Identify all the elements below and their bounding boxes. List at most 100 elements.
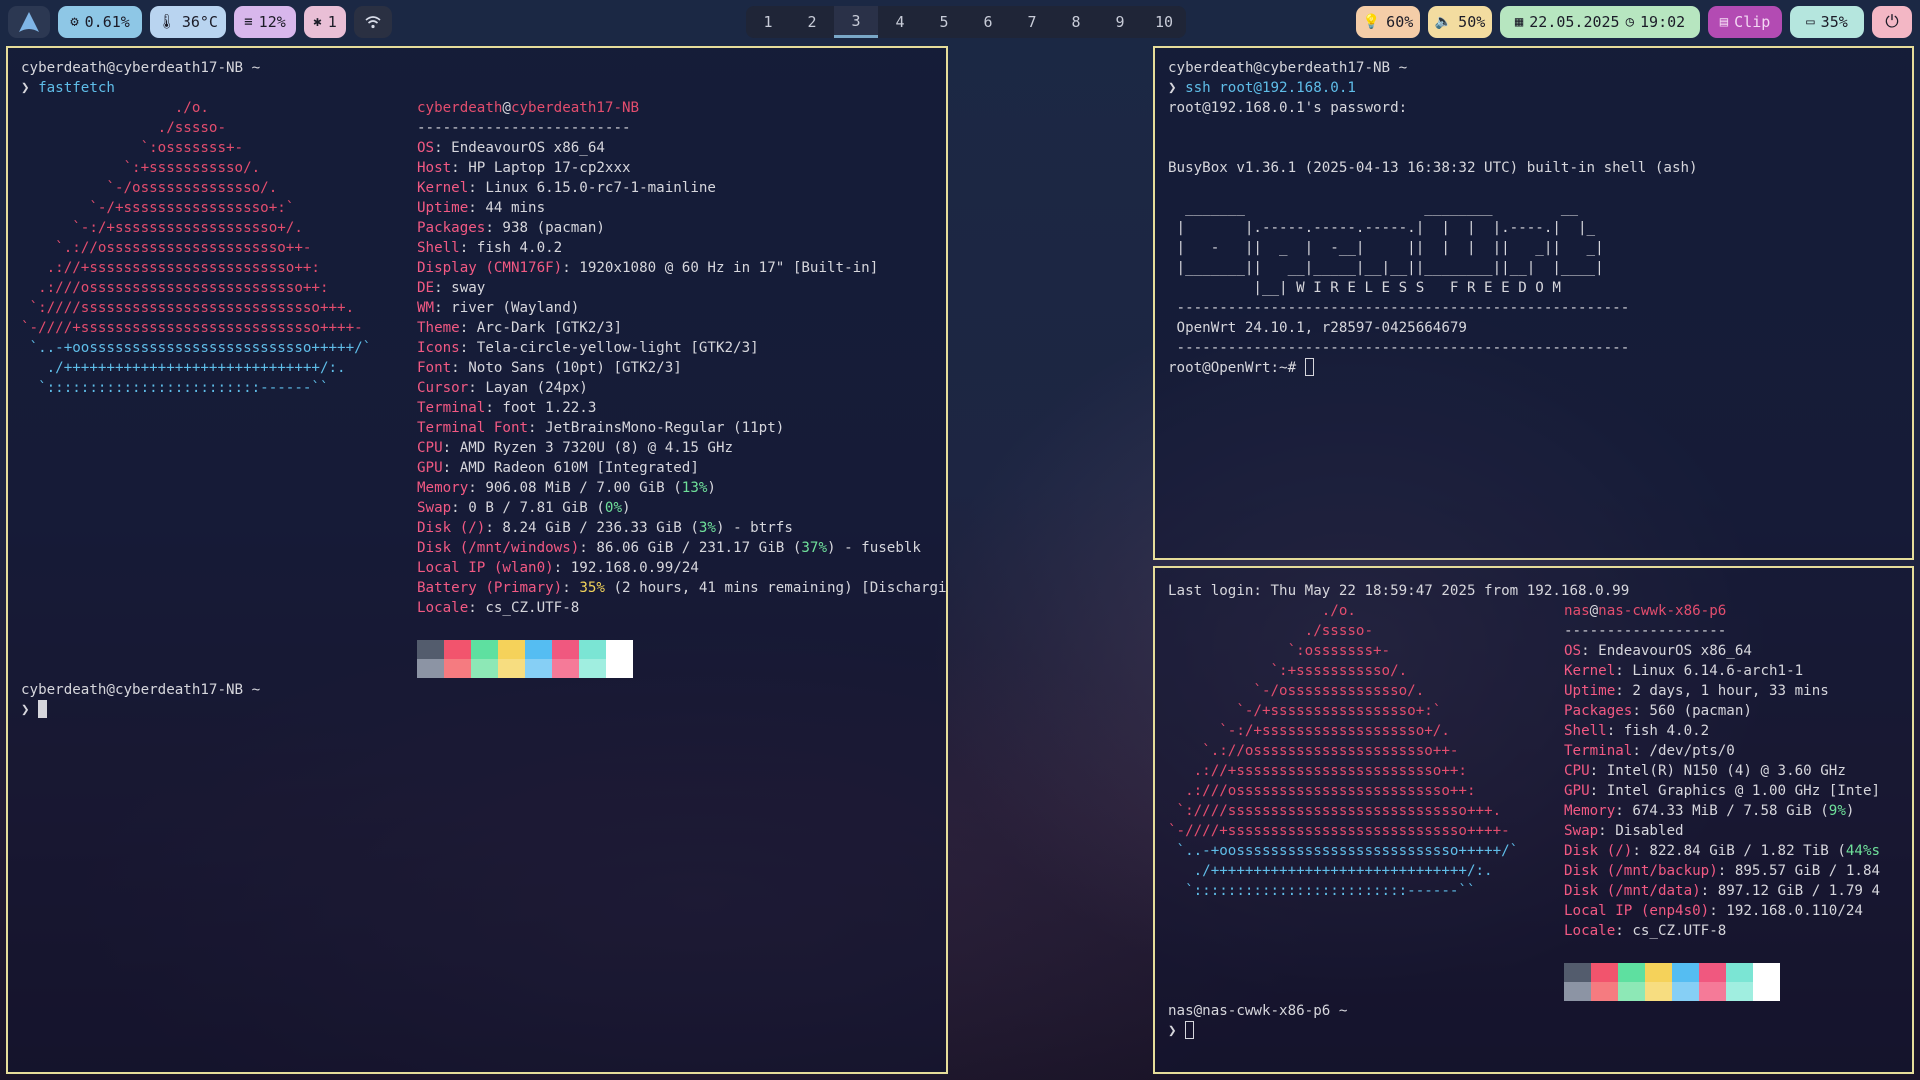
workspace-button-8[interactable]: 8 xyxy=(1054,6,1098,38)
ascii-art-row: .:///osssssssssssssssssssssssso++: xyxy=(1168,783,1476,799)
fetch-info-value: : Noto Sans (10pt) [GTK2/3] xyxy=(451,360,682,376)
palette-swatch xyxy=(498,659,525,678)
fetch-info-key: Packages xyxy=(1564,703,1633,719)
fetch-info-key: GPU xyxy=(1564,783,1590,799)
color-palette xyxy=(1564,963,1780,1001)
workspace-button-5[interactable]: 5 xyxy=(922,6,966,38)
palette-swatch xyxy=(1672,982,1699,1001)
workspace-button-1[interactable]: 1 xyxy=(746,6,790,38)
fetch-info-key: Packages xyxy=(417,220,486,236)
fetch-info-key: CPU xyxy=(1564,763,1590,779)
clipboard-label: Clip xyxy=(1734,13,1771,31)
last-login-line: Last login: Thu May 22 18:59:47 2025 fro… xyxy=(1168,583,1630,599)
fetch-info-row: Memory: 906.08 MiB / 7.00 GiB (13%) xyxy=(417,478,946,498)
memory-widget[interactable]: ≡ 12% xyxy=(234,6,296,38)
fetch-info-row: Memory: 674.33 MiB / 7.58 GiB (9%) xyxy=(1564,801,1880,821)
workspace-button-7[interactable]: 7 xyxy=(1010,6,1054,38)
terminal-window-local[interactable]: cyberdeath@cyberdeath17-NB ~ ❯ fastfetch… xyxy=(6,46,948,1074)
fetch-info-row: WM: river (Wayland) xyxy=(417,298,946,318)
workspace-button-10[interactable]: 10 xyxy=(1142,6,1186,38)
prompt-char: ❯ xyxy=(21,702,30,718)
battery-widget[interactable]: ▭ 35% xyxy=(1790,6,1864,38)
workspace-button-6[interactable]: 6 xyxy=(966,6,1010,38)
palette-swatch xyxy=(1618,963,1645,982)
workspace-button-9[interactable]: 9 xyxy=(1098,6,1142,38)
busybox-banner: BusyBox v1.36.1 (2025-04-13 16:38:32 UTC… xyxy=(1168,160,1698,176)
ascii-art-row: `.://osssssssssssssssssssso++- xyxy=(21,240,312,256)
fetch-info-row: Local IP (wlan0): 192.168.0.99/24 xyxy=(417,558,946,578)
fetch-info-value: : Linux 6.14.6-arch1-1 xyxy=(1615,663,1804,679)
fetch-info-key: Local IP (wlan0) xyxy=(417,560,554,576)
fetch-info-percent: 35% xyxy=(579,580,605,596)
fetch-info-value: : AMD Radeon 610M [Integrated] xyxy=(442,460,699,476)
fetch-info-row: Disk (/mnt/windows): 86.06 GiB / 231.17 … xyxy=(417,538,946,558)
ascii-art-row: ./o. xyxy=(1168,603,1356,619)
workspace-button-3[interactable]: 3 xyxy=(834,6,878,38)
fetch-info-value: : cs_CZ.UTF-8 xyxy=(468,600,580,616)
fetch-info-row: Swap: 0 B / 7.81 GiB (0%) xyxy=(417,498,946,518)
fetch-info-key: CPU xyxy=(417,440,443,456)
input-line[interactable]: ❯ xyxy=(21,700,48,720)
fetch-info-row: Host: HP Laptop 17-cp2xxx xyxy=(417,158,946,178)
palette-swatch xyxy=(606,640,633,659)
ascii-art-row: `-/ossssssssssssso/. xyxy=(21,180,278,196)
wifi-widget[interactable] xyxy=(354,6,392,38)
lightbulb-icon: 💡 xyxy=(1362,14,1381,30)
workspace-button-2[interactable]: 2 xyxy=(790,6,834,38)
fetch-title: nas@nas-cwwk-x86-p6 xyxy=(1564,601,1726,621)
fetch-info-percent: 9% xyxy=(1828,803,1846,819)
ascii-art-row: `:osssssss+- xyxy=(1168,643,1391,659)
clipboard-widget[interactable]: ▤ Clip xyxy=(1708,6,1782,38)
fetch-info-key: DE xyxy=(417,280,435,296)
fetch-info-row: Kernel: Linux 6.14.6-arch1-1 xyxy=(1564,661,1880,681)
fetch-info-key: Memory xyxy=(417,480,469,496)
power-button[interactable]: ⏻ xyxy=(1872,6,1912,38)
fetch-info-value: : cs_CZ.UTF-8 xyxy=(1615,923,1727,939)
cpu-widget[interactable]: ⚙ 0.61% xyxy=(58,6,142,38)
fetch-user: nas xyxy=(1564,603,1590,619)
command-line: ❯ ssh root@192.168.0.1 xyxy=(1168,78,1356,98)
terminal-window-ssh-router[interactable]: cyberdeath@cyberdeath17-NB ~ ❯ ssh root@… xyxy=(1153,46,1914,560)
clock-icon: ◷ xyxy=(1625,14,1635,30)
thermometer-icon: 🌡 xyxy=(158,14,176,30)
fetch-info-value: : 86.06 GiB / 231.17 GiB ( xyxy=(579,540,802,556)
ascii-art-row: `-/+sssssssssssssssso+:` xyxy=(1168,703,1442,719)
speaker-icon: 🔈 xyxy=(1434,14,1453,30)
fetch-info-row: GPU: AMD Radeon 610M [Integrated] xyxy=(417,458,946,478)
fetch-info-row: Display (CMN176F): 1920x1080 @ 60 Hz in … xyxy=(417,258,946,278)
prompt-line: nas@nas-cwwk-x86-p6 ~ xyxy=(1168,1003,1348,1019)
brightness-widget[interactable]: 💡 60% xyxy=(1356,6,1420,38)
fetch-info-key: Disk (/mnt/backup) xyxy=(1564,863,1718,879)
fetch-info-row: CPU: AMD Ryzen 3 7320U (8) @ 4.15 GHz xyxy=(417,438,946,458)
terminal-window-ssh-nas[interactable]: Last login: Thu May 22 18:59:47 2025 fro… xyxy=(1153,566,1914,1074)
palette-swatch xyxy=(1645,982,1672,1001)
workspace-button-4[interactable]: 4 xyxy=(878,6,922,38)
root-prompt-line[interactable]: root@OpenWrt:~# xyxy=(1168,358,1314,378)
palette-swatch xyxy=(1564,963,1591,982)
datetime-widget[interactable]: ▦ 22.05.2025 ◷ 19:02 xyxy=(1500,6,1700,38)
palette-swatch xyxy=(417,659,444,678)
banner-row: | - || _ | -__| || | | || _|| _| xyxy=(1168,240,1604,256)
fetch-info-key: Terminal xyxy=(1564,743,1633,759)
input-line[interactable]: ❯ xyxy=(1168,1021,1195,1041)
ascii-art-row: `:+sssssssssso/. xyxy=(21,160,261,176)
fetch-info-value: : Intel(R) N150 (4) @ 3.60 GHz xyxy=(1589,763,1846,779)
fetch-info-value: : sway xyxy=(434,280,486,296)
fetch-info-key: Font xyxy=(417,360,452,376)
ascii-art-row: `:::::::::::::::::::::::::------`` xyxy=(21,380,329,396)
volume-widget[interactable]: 🔈 50% xyxy=(1428,6,1492,38)
fetch-info-row: Disk (/mnt/backup): 895.57 GiB / 1.84 xyxy=(1564,861,1880,881)
fetch-info-tail: ) - fuseblk xyxy=(827,540,921,556)
fetch-info-row: Kernel: Linux 6.15.0-rc7-1-mainline xyxy=(417,178,946,198)
palette-swatch xyxy=(552,640,579,659)
fetch-info-key: Display (CMN176F) xyxy=(417,260,563,276)
fetch-info-row: Theme: Arc-Dark [GTK2/3] xyxy=(417,318,946,338)
cpu-value: 0.61% xyxy=(84,13,130,31)
power-icon: ⏻ xyxy=(1885,12,1899,32)
fetch-info-value: : HP Laptop 17-cp2xxx xyxy=(451,160,631,176)
bluetooth-widget[interactable]: ✱ 1 xyxy=(304,6,346,38)
temperature-widget[interactable]: 🌡 36°C xyxy=(150,6,226,38)
launcher-button[interactable] xyxy=(8,6,50,38)
palette-swatch xyxy=(552,659,579,678)
fetch-info-value: : 897.12 GiB / 1.79 4 xyxy=(1700,883,1881,899)
